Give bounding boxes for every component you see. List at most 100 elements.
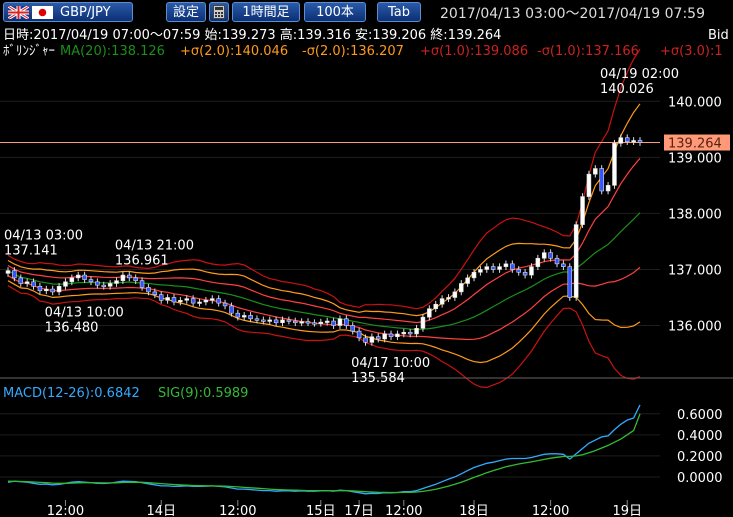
candle-body: [478, 269, 483, 273]
time-tick-label: 15日: [306, 504, 336, 517]
candle-body: [465, 277, 470, 284]
candle-body: [75, 274, 81, 279]
currency-pair-button[interactable]: GBP/JPY: [3, 2, 133, 22]
candle-body: [484, 266, 490, 270]
candle-body: [382, 333, 387, 340]
candle-body: [5, 270, 11, 274]
signal-value: SIG(9):0.5989: [158, 386, 248, 401]
price-tick-label: 136.000: [668, 320, 722, 335]
price-axis: 140.000 139.000 138.000 137.000 136.000 139.2…: [664, 95, 730, 335]
candle-body: [50, 288, 55, 293]
annotation-time: 04/13 03:00: [4, 229, 83, 244]
candle-body: [203, 300, 209, 303]
candle-body: [254, 318, 260, 321]
chart-area[interactable]: 140.000 139.000 138.000 137.000 136.000 139.2…: [0, 26, 733, 517]
candle-body: [510, 263, 515, 270]
time-tick-label: 18日: [459, 504, 489, 517]
candle-body: [427, 308, 432, 318]
bollinger-label: ﾎﾞﾘﾝｼﾞｬｰ: [3, 44, 55, 59]
candle-body: [82, 274, 87, 280]
candle-body: [471, 271, 477, 279]
candle-body: [235, 312, 241, 318]
candle-body: [503, 263, 509, 267]
price-tick-label: 140.000: [668, 95, 722, 110]
ohlc-info: 日時:2017/04/19 07:00～07:59 始:139.273 高:13…: [3, 27, 501, 43]
macd-axis: 0.6000 0.4000 0.2000 0.0000: [677, 408, 723, 486]
candle-body: [580, 196, 585, 225]
candle-body: [222, 302, 228, 307]
candle-body: [522, 271, 528, 276]
candle-body: [229, 305, 234, 314]
candle-body: [197, 301, 202, 304]
candle-body: [248, 315, 253, 320]
candle-body: [69, 277, 75, 283]
macd-tick-label: 0.0000: [677, 471, 723, 486]
candle-body: [561, 263, 566, 267]
candle-body: [44, 288, 49, 292]
macd-tick-label: 0.4000: [677, 429, 723, 444]
candle-body: [344, 318, 349, 326]
candle-body: [516, 269, 521, 273]
candle-body: [171, 297, 177, 303]
candle-body: [31, 281, 36, 287]
annotation-time: 04/13 21:00: [115, 239, 194, 254]
candle-body: [593, 168, 598, 175]
candle-body: [631, 140, 636, 143]
calculator-button[interactable]: [209, 2, 229, 22]
settings-button[interactable]: 設定: [166, 2, 206, 22]
candle-body: [356, 330, 362, 339]
candle-body: [618, 137, 624, 144]
candle-body: [497, 266, 502, 270]
time-tick-label: 12:00: [219, 504, 256, 517]
candle-body: [446, 297, 451, 300]
candle-body: [267, 319, 272, 322]
candle-body: [127, 274, 132, 279]
candle-body: [548, 252, 553, 259]
candle-body: [216, 298, 221, 304]
bid-label: Bid: [708, 28, 729, 43]
plus-2sigma-line: [7, 103, 641, 317]
minus-2sigma-line: [7, 280, 641, 364]
minus-1sigma-value: -σ(1.0):137.166: [537, 44, 639, 59]
annotation-time: 04/17 10:00: [351, 356, 430, 371]
japan-flag-icon: [32, 6, 53, 19]
candle-body: [369, 336, 375, 343]
candle-body: [305, 321, 311, 324]
annotation-time: 04/13 10:00: [45, 306, 124, 321]
candle-body: [146, 287, 151, 293]
time-tick-label: 19日: [612, 504, 642, 517]
ma-value: MA(20):138.126: [60, 44, 165, 59]
candle-body: [299, 321, 304, 324]
macd-tick-label: 0.6000: [677, 408, 723, 423]
macd-line: [7, 404, 641, 495]
bars-count-button[interactable]: 100本: [304, 2, 366, 22]
candle-body: [612, 143, 617, 186]
candle-body: [605, 185, 611, 192]
candle-body: [414, 328, 419, 335]
candle-body: [312, 322, 317, 325]
price-tick-label: 138.000: [668, 207, 722, 222]
candle-body: [376, 336, 381, 340]
interval-button[interactable]: 1時間足: [232, 2, 300, 22]
candle-body: [363, 337, 368, 343]
candle-body: [599, 168, 604, 192]
time-tick-label: 12:00: [532, 504, 569, 517]
time-tick-label: 12:00: [47, 504, 84, 517]
annotation-time: 04/19 02:00: [600, 67, 679, 82]
time-axis: 12:00 14日 12:00 15日 17日 12:00 18日 12:00 19日: [47, 500, 642, 517]
candle-body: [337, 318, 343, 326]
time-tick-label: 17日: [344, 504, 374, 517]
candle-body: [95, 281, 100, 286]
macd-tick-label: 0.2000: [677, 450, 723, 465]
minus-2sigma-value: -σ(2.0):136.207: [302, 44, 404, 59]
candle-body: [331, 320, 336, 326]
annotation-value: 136.480: [45, 321, 99, 336]
candle-body: [567, 266, 573, 298]
tab-button[interactable]: Tab: [377, 2, 421, 22]
candle-body: [433, 303, 438, 310]
annotation-value: 136.961: [115, 254, 169, 269]
current-price-label: 139.264: [668, 137, 722, 152]
bollinger-bands: [0, 48, 660, 389]
calculator-icon: [213, 5, 225, 19]
candle-body: [107, 283, 113, 287]
